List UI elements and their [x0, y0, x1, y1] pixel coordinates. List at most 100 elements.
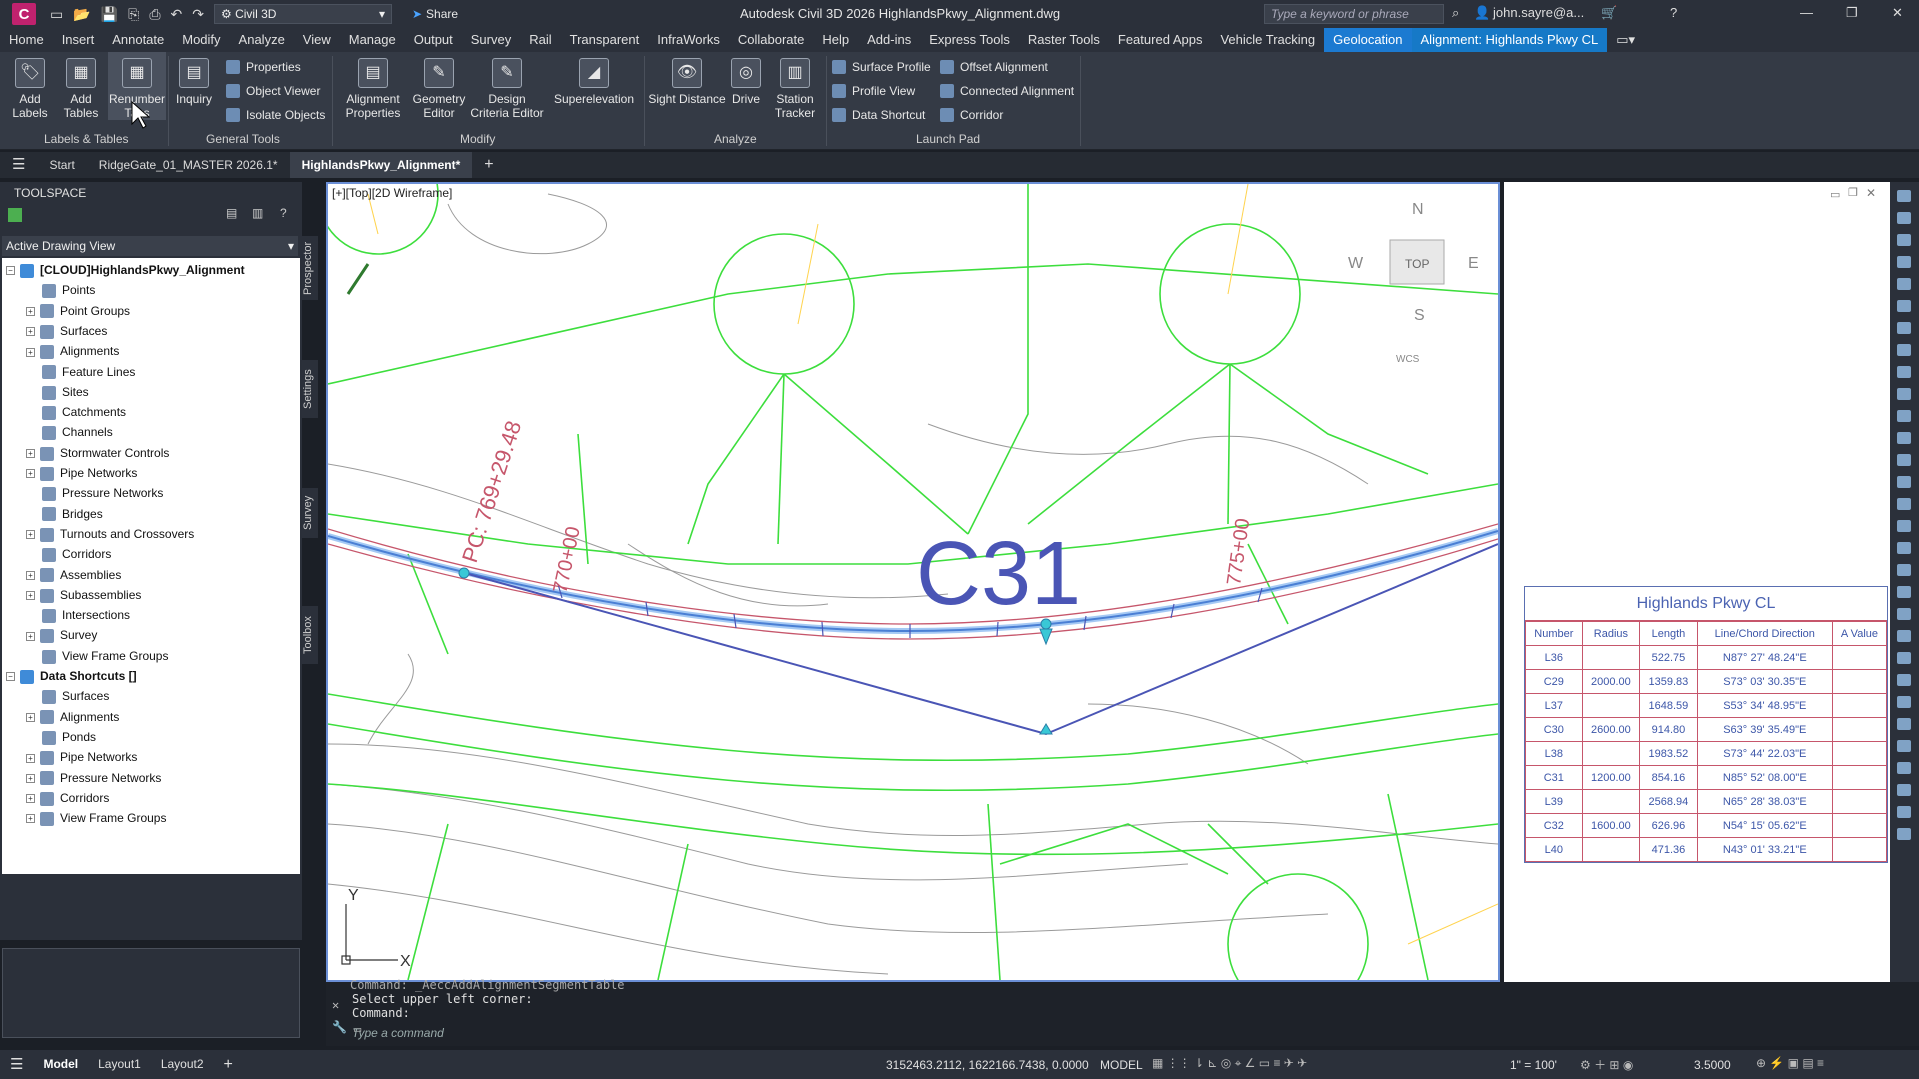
expand-icon[interactable]: +: [26, 530, 35, 540]
list-view-icon[interactable]: ▥: [252, 206, 263, 220]
expand-icon[interactable]: +: [26, 306, 35, 316]
object-viewer-button[interactable]: Object Viewer: [226, 84, 320, 98]
nav-tool-icon[interactable]: [1897, 476, 1911, 488]
new-icon[interactable]: ▭: [50, 6, 63, 23]
restore-icon[interactable]: ❐: [1848, 186, 1858, 199]
tree-root-data-shortcuts[interactable]: − Data Shortcuts []: [6, 666, 137, 686]
nav-tool-icon[interactable]: [1897, 762, 1911, 774]
layout-tab-layout2[interactable]: Layout2: [151, 1050, 214, 1079]
nav-tool-icon[interactable]: [1897, 366, 1911, 378]
search-input[interactable]: Type a keyword or phrase: [1264, 4, 1444, 24]
tree-shortcut-pressure-networks[interactable]: + Pressure Networks: [26, 768, 161, 788]
app-icon[interactable]: C: [12, 3, 36, 25]
tree-item-pressure-networks[interactable]: Pressure Networks: [26, 483, 163, 503]
expand-icon[interactable]: +: [26, 773, 35, 783]
ribbon-tab-output[interactable]: Output: [405, 28, 462, 52]
nav-tool-icon[interactable]: [1897, 608, 1911, 620]
nav-tool-icon[interactable]: [1897, 432, 1911, 444]
add-tables-button[interactable]: ▦ Add Tables: [60, 52, 102, 120]
nav-tool-icon[interactable]: [1897, 190, 1911, 202]
nav-tool-icon[interactable]: [1897, 278, 1911, 290]
tree-shortcut-pipe-networks[interactable]: + Pipe Networks: [26, 747, 137, 767]
nav-tool-icon[interactable]: [1897, 806, 1911, 818]
panel-title-general-tools[interactable]: General Tools: [206, 132, 280, 146]
expand-icon[interactable]: +: [26, 591, 35, 601]
nav-tool-icon[interactable]: [1897, 410, 1911, 422]
workspace-gear-icon[interactable]: ⚙ ＋ ⊞ ◉: [1580, 1056, 1633, 1073]
elevation-value[interactable]: 3.5000: [1694, 1058, 1731, 1072]
tree-item-stormwater-controls[interactable]: + Stormwater Controls: [26, 443, 169, 463]
tree-item-subassemblies[interactable]: + Subassemblies: [26, 585, 141, 605]
ribbon-tab-transparent[interactable]: Transparent: [561, 28, 649, 52]
tree-item-alignments[interactable]: + Alignments: [26, 341, 119, 361]
workspace-select[interactable]: ⚙ Civil 3D ▾: [213, 4, 392, 24]
command-input[interactable]: Type a command: [352, 1026, 1352, 1044]
ribbon-tab-express-tools[interactable]: Express Tools: [920, 28, 1019, 52]
nav-tool-icon[interactable]: [1897, 564, 1911, 576]
close-icon[interactable]: ✕: [1866, 186, 1876, 200]
layout-tab-model[interactable]: Model: [33, 1050, 88, 1079]
design-criteria-editor-button[interactable]: ✎ Design Criteria Editor: [470, 52, 544, 120]
tree-item-intersections[interactable]: Intersections: [26, 605, 130, 625]
tree-view-icon[interactable]: ▤: [226, 206, 237, 220]
expand-icon[interactable]: +: [26, 469, 35, 479]
tree-item-assemblies[interactable]: + Assemblies: [26, 565, 121, 585]
toolspace-icon[interactable]: [8, 208, 22, 222]
nav-tool-icon[interactable]: [1897, 454, 1911, 466]
nav-tool-icon[interactable]: [1897, 652, 1911, 664]
nav-tool-icon[interactable]: [1897, 300, 1911, 312]
nav-tool-icon[interactable]: [1897, 542, 1911, 554]
expand-icon[interactable]: +: [26, 570, 35, 580]
expand-icon[interactable]: +: [26, 794, 35, 804]
ribbon-tab-rail[interactable]: Rail: [520, 28, 560, 52]
tree-shortcut-view-frame-groups[interactable]: + View Frame Groups: [26, 808, 166, 828]
nav-tool-icon[interactable]: [1897, 674, 1911, 686]
nav-tool-icon[interactable]: [1897, 828, 1911, 840]
connected-alignment-button[interactable]: Connected Alignment: [940, 84, 1074, 98]
expand-icon[interactable]: +: [26, 814, 35, 824]
ribbon-tab-modify[interactable]: Modify: [173, 28, 229, 52]
drawing-svg[interactable]: C31 PC: 769+29.48 770+00 775+00 N W E S …: [328, 184, 1498, 980]
tree-shortcut-corridors[interactable]: + Corridors: [26, 788, 109, 808]
expand-icon[interactable]: +: [26, 712, 35, 722]
print-icon[interactable]: ⎙: [149, 6, 160, 23]
ribbon-options-icon[interactable]: ▭▾: [1607, 28, 1644, 52]
cart-icon[interactable]: 🛒: [1601, 5, 1617, 21]
help-icon[interactable]: ?: [280, 206, 287, 220]
grid-icon[interactable]: ▦ ⋮⋮ ⇂ ⊾ ◎ ⌖ ∠ ▭ ≡ ✈ ✈: [1152, 1056, 1307, 1071]
offset-alignment-button[interactable]: Offset Alignment: [940, 60, 1048, 74]
viewcube-top-label[interactable]: TOP: [1405, 257, 1429, 271]
inquiry-button[interactable]: ▤ Inquiry: [172, 52, 216, 106]
ribbon-tab-featured-apps[interactable]: Featured Apps: [1109, 28, 1212, 52]
expand-icon[interactable]: +: [26, 449, 35, 459]
side-tab-settings[interactable]: Settings: [302, 360, 318, 418]
tree-item-points[interactable]: Points: [26, 280, 95, 300]
open-icon[interactable]: 📂: [73, 6, 90, 23]
ribbon-tab-alignment-highlands-pkwy-cl[interactable]: Alignment: Highlands Pkwy CL: [1411, 28, 1608, 52]
expand-icon[interactable]: +: [26, 631, 35, 641]
compass-west[interactable]: W: [1348, 255, 1364, 272]
user-account[interactable]: john.sayre@a...: [1493, 5, 1584, 20]
ribbon-tab-insert[interactable]: Insert: [53, 28, 104, 52]
ribbon-tab-annotate[interactable]: Annotate: [103, 28, 173, 52]
nav-tool-icon[interactable]: [1897, 388, 1911, 400]
right-viewport[interactable]: ▭ ❐ ✕ Highlands Pkwy CL Number Radius Leng…: [1504, 182, 1890, 982]
tree-item-point-groups[interactable]: + Point Groups: [26, 301, 130, 321]
surface-profile-button[interactable]: Surface Profile: [832, 60, 931, 74]
restore-icon[interactable]: ❐: [1846, 5, 1858, 21]
minimize-icon[interactable]: —: [1800, 5, 1813, 20]
isolate-objects-button[interactable]: Isolate Objects: [226, 108, 325, 122]
ribbon-tab-survey[interactable]: Survey: [462, 28, 520, 52]
nav-tool-icon[interactable]: [1897, 586, 1911, 598]
share-button[interactable]: ➤ Share: [412, 7, 458, 21]
nav-tool-icon[interactable]: [1897, 498, 1911, 510]
file-tab-start[interactable]: Start: [37, 152, 86, 178]
nav-tool-icon[interactable]: [1897, 322, 1911, 334]
ribbon-tab-help[interactable]: Help: [813, 28, 858, 52]
sight-distance-button[interactable]: 👁 Sight Distance: [648, 52, 726, 106]
file-tab-highlands[interactable]: HighlandsPkwy_Alignment*: [289, 152, 473, 178]
profile-view-button[interactable]: Profile View: [832, 84, 915, 98]
help-icon[interactable]: ?: [1670, 5, 1677, 20]
nav-tool-icon[interactable]: [1897, 696, 1911, 708]
collapse-icon[interactable]: −: [6, 266, 15, 276]
